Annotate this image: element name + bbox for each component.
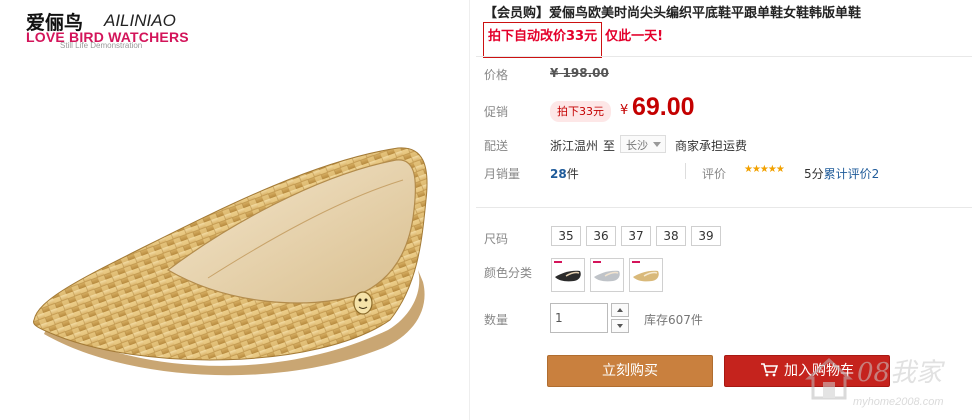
black-shoe-icon: [555, 270, 581, 282]
rating-summary: 5分累计评价2: [804, 165, 879, 182]
product-photo[interactable]: [18, 120, 458, 390]
size-option[interactable]: 36: [586, 226, 616, 246]
rating-label: 评价: [702, 167, 727, 181]
review-count-link[interactable]: 累计评价2: [824, 167, 880, 181]
monthly-sales-count: 28: [550, 167, 567, 181]
chevron-down-icon: [617, 324, 623, 328]
color-swatch-black[interactable]: [551, 258, 585, 292]
chevron-down-icon: [653, 142, 661, 147]
gold-shoe-icon: [633, 270, 659, 282]
product-image-panel: 爱俪鸟 AILINIAO LOVE BIRD WATCHERS Still Li…: [0, 0, 470, 420]
site-watermark: 08我家 myhome2008.com: [805, 348, 970, 418]
quantity-input[interactable]: 1: [550, 303, 608, 333]
size-option[interactable]: 38: [656, 226, 686, 246]
shipping-note: 商家承担运费: [675, 139, 748, 153]
color-label: 颜色分类: [484, 266, 533, 280]
quantity-increase-button[interactable]: [611, 303, 629, 317]
color-swatch-gold[interactable]: [629, 258, 663, 292]
rating-score: 5分: [804, 167, 824, 181]
ship-from: 浙江温州: [550, 139, 599, 153]
size-option[interactable]: 35: [551, 226, 581, 246]
watermark-url: myhome2008.com: [853, 396, 944, 408]
shopping-cart-icon: [761, 363, 778, 377]
buy-now-label: 立刻购买: [602, 363, 658, 379]
monthly-sales-label: 月销量: [484, 167, 521, 181]
stock-count: 库存607件: [644, 313, 703, 327]
quantity-decrease-button[interactable]: [611, 319, 629, 333]
buy-now-button[interactable]: 立刻购买: [547, 355, 713, 387]
promotion-label: 促销: [484, 105, 509, 119]
size-option[interactable]: 39: [691, 226, 721, 246]
product-title: 【会员购】爱俪鸟欧美时尚尖头编织平底鞋平跟单鞋女鞋韩版单鞋: [484, 6, 862, 21]
promo-text: 仅此一天!: [605, 29, 664, 44]
brand-logo-english: AILINIAO: [104, 11, 176, 30]
size-label: 尺码: [484, 232, 509, 246]
house-logo-icon: [805, 357, 853, 400]
original-price: ¥ 198.00: [550, 66, 609, 80]
ship-to-word: 至: [603, 139, 616, 153]
quantity-label: 数量: [484, 313, 509, 327]
brand-subtitle: Still Life Demonstration: [60, 41, 143, 50]
monthly-sales: 28件: [550, 165, 579, 182]
chevron-up-icon: [617, 308, 623, 312]
shipping-label: 配送: [484, 139, 509, 153]
monthly-sales-unit: 件: [566, 167, 579, 181]
divider: [476, 56, 972, 57]
price-label: 价格: [484, 68, 509, 82]
star-rating-icon: ★★★★★: [744, 164, 785, 175]
color-swatch-silver[interactable]: [590, 258, 624, 292]
original-price-amount: ¥ 198.00: [550, 66, 609, 80]
silver-shoe-icon: [594, 270, 620, 282]
size-option[interactable]: 37: [621, 226, 651, 246]
discount-badge: 拍下33元: [550, 101, 611, 122]
divider: [476, 207, 972, 208]
sale-price: 69.00: [632, 93, 695, 121]
destination-value: 长沙: [626, 139, 648, 152]
divider: [685, 163, 686, 179]
promo-banner: 拍下自动改价33元 仅此一天!: [483, 22, 664, 58]
destination-select[interactable]: 长沙: [620, 135, 666, 153]
promo-boxed-text: 拍下自动改价33元: [483, 22, 603, 58]
currency-symbol: ¥: [620, 103, 629, 118]
watermark-text: 08我家: [857, 358, 943, 388]
brand-logo: 爱俪鸟 AILINIAO LOVE BIRD WATCHERS Still Li…: [26, 8, 196, 50]
